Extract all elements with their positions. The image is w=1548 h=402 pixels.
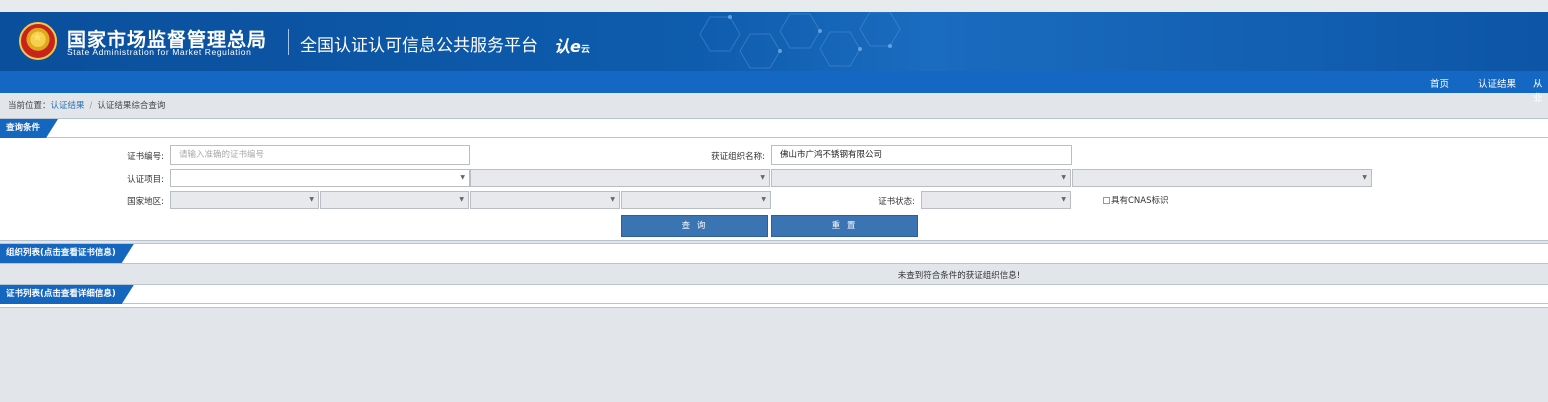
header-banner: ★ 国家市场监督管理总局 State Administration for Ma… [0,12,1548,71]
query-tab[interactable]: 查询条件 [0,119,58,138]
query-tab-row: 查询条件 [0,119,1548,138]
cert-list-tab[interactable]: 证书列表(点击查看详细信息) [0,285,134,304]
cloud-logo-main: 认e [554,37,581,56]
project-select-1[interactable]: ▼ [170,169,470,187]
cert-no-input[interactable]: 请输入准确的证书编号 [170,145,470,165]
cloud-logo: 认e云 [554,33,590,57]
org-list-tab[interactable]: 组织列表(点击查看证书信息) [0,244,134,263]
cert-list-tab-row: 证书列表(点击查看详细信息) [0,285,1548,304]
breadcrumb: 当前位置：认证结果 / 认证结果综合查询 [8,99,165,111]
cloud-logo-sub: 云 [580,45,590,55]
cert-list-panel: 证书列表(点击查看详细信息) [0,284,1548,308]
status-label: 证书状态: [878,197,915,207]
national-emblem-icon: ★ [19,22,57,60]
nav-practitioners[interactable]: 从业 [1533,76,1548,104]
nav-bar: 首页 认证结果 从业 [0,71,1548,104]
caret-down-icon: ▼ [309,196,314,203]
breadcrumb-separator: / [89,101,93,111]
caret-down-icon: ▼ [1362,174,1367,181]
org-list-empty-message: 未查到符合条件的获证组织信息! [897,271,1021,281]
region-select-4[interactable]: ▼ [621,191,771,209]
top-gap [0,0,1548,12]
status-select[interactable]: ▼ [921,191,1071,209]
nav-cert-results[interactable]: 认证结果 [1478,76,1516,90]
region-select-3[interactable]: ▼ [470,191,620,209]
cnas-label: 具有CNAS标识 [1111,196,1169,206]
caret-down-icon: ▼ [460,174,465,181]
header-divider [288,29,289,55]
reset-button[interactable]: 重 置 [771,215,918,237]
org-name-label: 获证组织名称: [711,152,765,162]
breadcrumb-current: 认证结果综合查询 [97,101,166,111]
cnas-checkbox[interactable]: 具有CNAS标识 [1103,194,1169,206]
org-list-tab-row: 组织列表(点击查看证书信息) [0,244,1548,263]
cert-no-label: 证书编号: [127,152,164,162]
project-select-2[interactable]: ▼ [470,169,770,187]
region-select-1[interactable]: ▼ [170,191,319,209]
project-select-4[interactable]: ▼ [1072,169,1372,187]
caret-down-icon: ▼ [610,196,615,203]
caret-down-icon: ▼ [760,174,765,181]
org-list-panel: 组织列表(点击查看证书信息) [0,243,1548,264]
search-button[interactable]: 查 询 [621,215,768,237]
checkbox-icon[interactable] [1103,197,1110,204]
caret-down-icon: ▼ [459,196,464,203]
breadcrumb-prefix: 当前位置： [8,101,51,111]
breadcrumb-link[interactable]: 认证结果 [51,101,85,111]
caret-down-icon: ▼ [761,196,766,203]
caret-down-icon: ▼ [1061,174,1066,181]
org-name-en: State Administration for Market Regulati… [67,47,252,57]
caret-down-icon: ▼ [1061,196,1066,203]
query-panel: 查询条件 证书编号: 请输入准确的证书编号 获证组织名称: 佛山市广鸿不锈钢有限… [0,118,1548,241]
region-label: 国家地区: [127,197,164,207]
platform-title: 全国认证认可信息公共服务平台 [300,36,538,56]
org-name-input[interactable]: 佛山市广鸿不锈钢有限公司 [771,145,1072,165]
hexagon-decoration [699,12,901,69]
project-select-3[interactable]: ▼ [771,169,1071,187]
nav-home[interactable]: 首页 [1430,76,1449,90]
region-select-2[interactable]: ▼ [320,191,469,209]
project-label: 认证项目: [127,175,164,185]
